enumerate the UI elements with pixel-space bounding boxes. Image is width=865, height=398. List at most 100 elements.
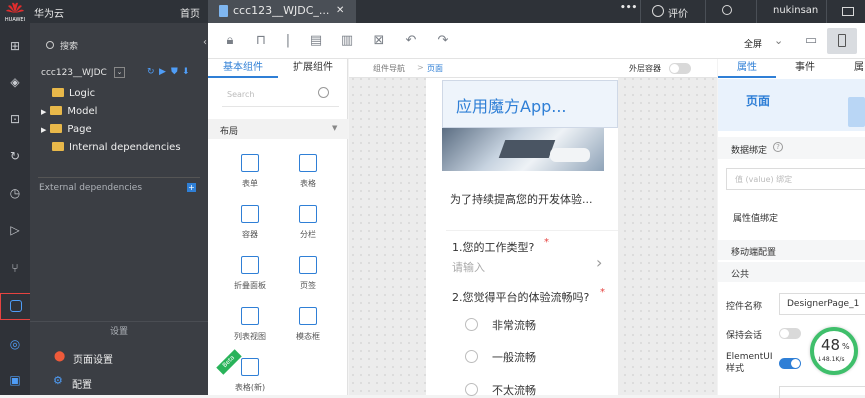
config-item[interactable]: 配置 [72, 376, 92, 391]
value-binding-input[interactable]: 值 (value) 绑定 [726, 168, 865, 190]
save-as-icon[interactable]: ▥ [339, 33, 355, 49]
target-icon[interactable]: ◎ [6, 335, 24, 353]
control-name-input[interactable]: DesignerPage_1 [779, 293, 865, 315]
refresh-icon[interactable]: ↻ [147, 67, 155, 77]
mobile-view-button[interactable] [827, 28, 857, 54]
modal-icon [299, 307, 317, 325]
intro-text: 为了持续提高您的开发体验... [450, 193, 593, 206]
properties-panel: 属性 事件 属 页面 数据绑定 ? 值 (value) 绑定 属性值绑定 移动端… [718, 59, 865, 398]
collapse-panel-icon[interactable]: ‹ [203, 37, 207, 48]
tab-label: 扩展组件 [293, 62, 333, 73]
tree-item-label: Logic [69, 88, 96, 99]
sync-icon[interactable]: ↻ [6, 147, 24, 165]
run-icon[interactable]: ▷ [6, 221, 24, 239]
preview-icon[interactable]: ⊠ [371, 33, 387, 49]
mobile-page-preview[interactable]: 应用魔方App... 为了持续提高您的开发体验... 1.您的工作类型? * 请… [426, 78, 618, 397]
mobile-icon [838, 34, 846, 47]
section-title: 数据绑定 [731, 146, 768, 156]
project-dropdown-icon[interactable]: ⌄ [114, 67, 125, 78]
tree-search-input[interactable]: 搜索 [60, 39, 78, 52]
radio-option-2[interactable] [465, 350, 478, 363]
page-settings-item[interactable]: 页面设置 [73, 351, 113, 366]
tab-events[interactable]: 事件 [776, 59, 834, 78]
desktop-view-icon[interactable]: ▭ [803, 33, 819, 49]
file-tab[interactable]: ccc123__WJDC_... ✕ [208, 0, 356, 23]
run-icon[interactable]: ▶ [159, 67, 166, 77]
question-2: 2.您觉得平台的体验流畅吗? [452, 291, 590, 304]
radio-option-3[interactable] [465, 383, 478, 396]
elementui-toggle[interactable] [779, 358, 801, 369]
search-icon[interactable] [722, 5, 732, 15]
chevron-down-icon[interactable]: ⌄ [774, 34, 783, 47]
speed-widget: 48 % ↓48.1K/s [810, 327, 858, 375]
project-name[interactable]: ccc123__WJDC [41, 68, 107, 78]
brand-name[interactable]: 华为云 [34, 5, 64, 20]
second-row-input[interactable] [779, 386, 865, 398]
component-list-view[interactable]: 列表视图 [230, 307, 270, 342]
fullscreen-button[interactable]: 全屏 [744, 37, 762, 50]
smile-icon[interactable] [652, 5, 664, 17]
mail-icon[interactable] [842, 7, 854, 16]
component-container[interactable]: 容器 [230, 205, 270, 240]
breadcrumb-current[interactable]: 页面 [427, 63, 443, 74]
component-table[interactable]: 表格 [288, 154, 328, 189]
help-icon[interactable]: ? [773, 142, 783, 152]
speed-percent-sign: % [842, 342, 850, 351]
huawei-logo[interactable]: HUAWEI [4, 2, 26, 23]
tab-extended-components[interactable]: 扩展组件 [278, 59, 348, 78]
shield-icon[interactable]: ⛊ [171, 67, 178, 77]
divider [756, 0, 757, 23]
chevron-right-icon[interactable]: › [596, 253, 602, 272]
tree-item-model[interactable]: ▶ Model [41, 105, 97, 119]
layout-section-header[interactable]: 布局 ▼ [208, 119, 348, 139]
tree-item-internal-deps[interactable]: Internal dependencies [52, 141, 181, 155]
radio-option-1[interactable] [465, 318, 478, 331]
control-name-label: 控件名称 [726, 302, 763, 312]
history-icon[interactable]: ◷ [6, 184, 24, 202]
unlock-icon[interactable]: ⊓ [253, 33, 269, 49]
table-icon [299, 154, 317, 172]
close-tab-icon[interactable]: ✕ [336, 5, 344, 16]
keep-session-toggle[interactable] [779, 328, 801, 339]
tree-item-page[interactable]: ▶ Page [41, 123, 92, 137]
search-icon [318, 87, 329, 98]
outer-container-toggle[interactable] [669, 63, 691, 74]
page-illustration-icon [848, 97, 865, 127]
user-name[interactable]: nukinsan [773, 5, 818, 16]
redo-icon[interactable]: ↷ [435, 33, 451, 49]
rating-button[interactable]: 评价 [668, 5, 688, 20]
list-view-icon [241, 307, 259, 325]
tab-properties[interactable]: 属性 [718, 59, 776, 78]
download-icon[interactable]: ⬇ [182, 67, 190, 77]
tab-more[interactable]: 属 [854, 59, 865, 78]
lock-icon[interactable]: 🔒︎ [222, 33, 238, 49]
tab-basic-components[interactable]: 基本组件 [208, 59, 278, 78]
question-1-input[interactable]: 请输入 [452, 259, 485, 275]
divider [38, 177, 200, 178]
input-value: DesignerPage_1 [787, 299, 860, 309]
save-icon[interactable]: ▤ [308, 33, 324, 49]
tree-item-logic[interactable]: Logic [52, 87, 95, 101]
component-search-input[interactable]: Search [222, 85, 339, 107]
add-dependency-button[interactable]: + [187, 183, 196, 192]
component-table-new[interactable]: 表格(新) [230, 358, 270, 393]
home-link[interactable]: 首页 [180, 5, 200, 20]
app-title-box[interactable]: 应用魔方App... [442, 80, 618, 128]
terminal-icon[interactable]: ▣ [6, 371, 24, 389]
breadcrumb-root[interactable]: 组件导航 [373, 63, 405, 74]
branch-icon[interactable]: ⑂ [6, 259, 24, 277]
component-tabs[interactable]: 页签 [288, 256, 328, 291]
component-modal[interactable]: 模态框 [288, 307, 328, 342]
structure-icon[interactable]: ⊞ [6, 37, 24, 55]
layers-icon[interactable]: ◈ [6, 73, 24, 91]
question-area: 1.您的工作类型? * 请输入 › 2.您觉得平台的体验流畅吗? * 非常流畅 … [446, 230, 618, 397]
external-dependencies[interactable]: External dependencies [39, 183, 142, 193]
more-menu-icon[interactable]: ••• [620, 3, 637, 13]
keep-session-label: 保持会话 [726, 331, 763, 341]
import-icon[interactable]: ⊡ [6, 110, 24, 128]
component-collapse[interactable]: 折叠面板 [230, 256, 270, 291]
component-columns[interactable]: 分栏 [288, 205, 328, 240]
undo-icon[interactable]: ↶ [403, 33, 419, 49]
search-icon [46, 41, 54, 49]
component-form[interactable]: 表单 [230, 154, 270, 189]
